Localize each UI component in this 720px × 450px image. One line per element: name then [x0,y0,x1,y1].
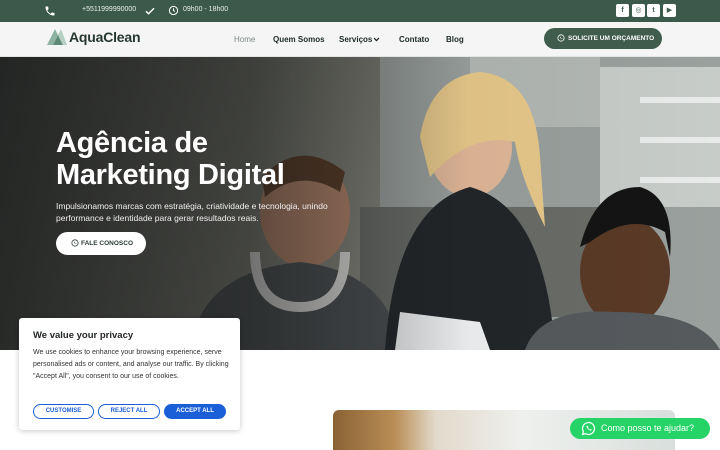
whatsapp-icon [71,239,79,247]
hero-title-line-2: Marketing Digital [56,159,285,191]
request-quote-button[interactable]: SOLICITE UM ORÇAMENTO [544,28,662,49]
cookie-title: We value your privacy [33,330,134,341]
phone-icon [45,6,55,16]
contact-us-button[interactable]: FALE CONOSCO [56,232,146,255]
logo-icon[interactable] [46,28,68,46]
youtube-icon[interactable]: ▶ [663,4,676,17]
nav-blog[interactable]: Blog [446,35,464,44]
whatsapp-icon [581,421,596,436]
whatsapp-chat-button[interactable]: Como posso te ajudar? [570,418,710,439]
customise-button[interactable]: CUSTOMISE [33,404,94,419]
nav-quem-somos[interactable]: Quem Somos [273,35,325,44]
cookie-consent-banner: We value your privacy We use cookies to … [19,318,240,430]
cookie-text: We use cookies to enhance your browsing … [33,349,229,380]
top-bar: +5511999990000 09h00 - 18h00 f ◎ t ▶ [0,0,720,22]
nav-servicos[interactable]: Serviços [339,35,372,44]
reject-all-button[interactable]: REJECT ALL [98,404,160,419]
logo-text[interactable]: AquaClean [69,29,141,45]
chevron-down-icon[interactable] [373,36,380,43]
nav-contato[interactable]: Contato [399,35,429,44]
twitter-icon[interactable]: t [647,4,660,17]
facebook-icon[interactable]: f [616,4,629,17]
hero-section: Agência de Marketing Digital Impulsionam… [0,57,720,350]
request-quote-label: SOLICITE UM ORÇAMENTO [568,35,655,42]
accept-all-button[interactable]: ACCEPT ALL [164,404,226,419]
contact-us-label: FALE CONOSCO [81,240,134,247]
site-header: AquaClean Home Quem Somos Serviços Conta… [0,22,720,57]
phone-number[interactable]: +5511999990000 [82,6,136,13]
instagram-icon[interactable]: ◎ [632,4,645,17]
clock-icon [168,5,179,16]
hero-title: Agência de Marketing Digital [56,127,285,191]
hero-title-line-1: Agência de [56,127,208,159]
nav-home[interactable]: Home [234,35,255,44]
business-hours: 09h00 - 18h00 [183,6,229,13]
whatsapp-chat-label: Como posso te ajudar? [601,423,695,433]
whatsapp-icon [557,34,565,42]
check-icon [145,7,155,15]
hero-subtitle: Impulsionamos marcas com estratégia, cri… [56,201,328,223]
